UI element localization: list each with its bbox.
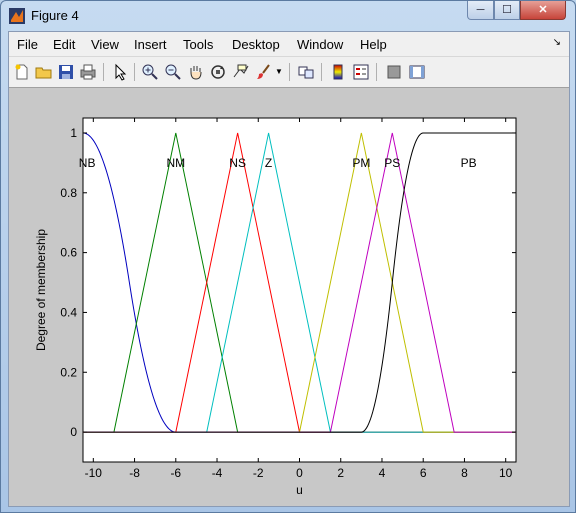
- x-tick-label: 8: [461, 466, 468, 480]
- y-tick-label: 0.6: [60, 246, 77, 260]
- mf-label-nb: NB: [79, 156, 96, 170]
- x-tick-label: 0: [296, 466, 303, 480]
- close-button[interactable]: ✕: [520, 1, 566, 20]
- figure-client: File Edit View Insert Tools Desktop Wind…: [8, 31, 570, 507]
- x-tick-label: -2: [253, 466, 264, 480]
- maximize-button[interactable]: ☐: [494, 1, 520, 20]
- x-tick-label: -4: [212, 466, 223, 480]
- x-tick-label: 4: [379, 466, 386, 480]
- y-axis-label: Degree of membership: [34, 229, 48, 351]
- figure-window: Figure 4 ─ ☐ ✕ File Edit View Insert Too…: [0, 0, 576, 513]
- x-axis-label: u: [296, 483, 303, 497]
- x-tick-label: -6: [170, 466, 181, 480]
- x-tick-label: -10: [85, 466, 103, 480]
- y-tick-label: 0.8: [60, 186, 77, 200]
- mf-label-z: Z: [265, 156, 272, 170]
- x-tick-label: 2: [337, 466, 344, 480]
- y-tick-label: 1: [70, 126, 77, 140]
- mf-label-pm: PM: [352, 156, 370, 170]
- window-title: Figure 4: [31, 8, 79, 23]
- y-tick-label: 0: [70, 425, 77, 439]
- mf-label-ps: PS: [384, 156, 400, 170]
- mf-label-ns: NS: [229, 156, 246, 170]
- membership-plot[interactable]: -10 -8 -6 -4 -2 0 2 4 6 8 10 0 0.2 0.4 0.6 0.8 1 NB NM NS…: [9, 32, 569, 506]
- matlab-icon: [9, 8, 25, 24]
- mf-label-pb: PB: [461, 156, 477, 170]
- y-tick-label: 0.4: [60, 305, 77, 319]
- mf-label-nm: NM: [166, 156, 185, 170]
- x-tick-label: -8: [129, 466, 140, 480]
- minimize-button[interactable]: ─: [467, 1, 494, 20]
- x-tick-label: 10: [499, 466, 513, 480]
- y-tick-label: 0.2: [60, 365, 77, 379]
- title-bar[interactable]: Figure 4 ─ ☐ ✕: [1, 1, 575, 31]
- x-tick-label: 6: [420, 466, 427, 480]
- plot-background: [82, 117, 517, 463]
